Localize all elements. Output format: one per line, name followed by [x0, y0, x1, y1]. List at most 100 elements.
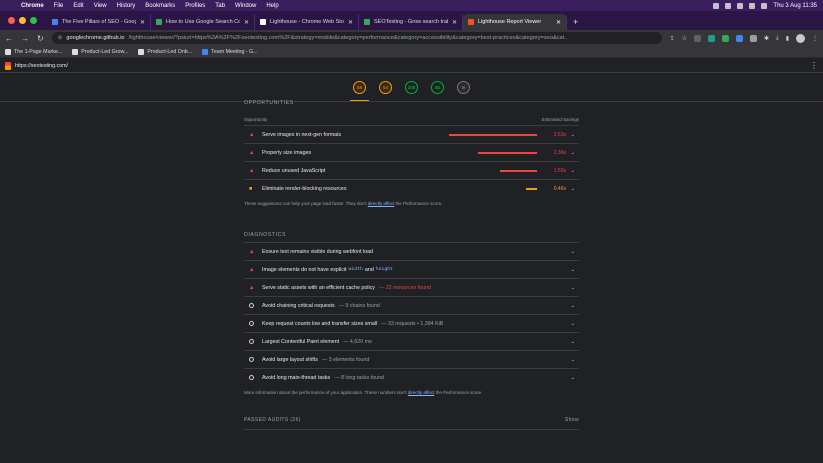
- chevron-down-icon[interactable]: ⌄: [571, 186, 575, 192]
- address-bar[interactable]: ⊚ googlechrome.github.io/lighthouse/view…: [51, 32, 662, 44]
- wifi-icon[interactable]: [737, 2, 744, 9]
- savings-col-label: Estimated Savings: [541, 117, 579, 122]
- chevron-down-icon[interactable]: ⌄: [571, 339, 575, 345]
- diagnostic-row[interactable]: Avoid chaining critical requests — 9 chai…: [244, 296, 579, 314]
- directly-affect-link[interactable]: directly affect: [368, 201, 394, 206]
- chevron-down-icon[interactable]: ⌄: [571, 150, 575, 156]
- diagnostics-title: DIAGNOSTICS: [244, 232, 286, 238]
- site-info-icon[interactable]: ⊚: [58, 35, 63, 41]
- close-window-button[interactable]: [8, 17, 15, 24]
- menu-view[interactable]: View: [94, 3, 107, 9]
- chevron-down-icon[interactable]: ⌄: [571, 285, 575, 291]
- average-square-icon: ■: [249, 185, 253, 192]
- extension-icon[interactable]: [722, 34, 729, 42]
- diagnostic-row[interactable]: ▲ Image elements do not have explicit widt…: [244, 260, 579, 278]
- opportunity-title: Reduce unused JavaScript: [262, 167, 326, 174]
- bookmark-item[interactable]: Team Meeting - G...: [202, 48, 258, 55]
- tab-close-icon[interactable]: ✕: [556, 19, 561, 26]
- tab-close-icon[interactable]: ✕: [244, 19, 249, 26]
- extension-icon[interactable]: [736, 34, 743, 42]
- diagnostic-detail: — 3 elements found: [321, 356, 370, 363]
- passed-audits-header[interactable]: PASSED AUDITS (26) Show: [244, 417, 579, 430]
- passed-audits-label: PASSED AUDITS (26): [244, 417, 301, 423]
- menu-history[interactable]: History: [117, 3, 136, 9]
- extension-icon[interactable]: [694, 34, 701, 42]
- opportunity-row[interactable]: ▲ Reduce unused JavaScript 1.50s ⌄: [244, 161, 579, 179]
- bookmark-star-icon[interactable]: ☆: [682, 35, 687, 42]
- tab-strip: The Five Pillars of SEO - Goog ✕ How to …: [0, 11, 823, 30]
- menu-file[interactable]: File: [54, 3, 64, 9]
- diagnostic-row[interactable]: Keep request counts low and transfer siz…: [244, 314, 579, 332]
- back-icon[interactable]: ←: [5, 34, 13, 43]
- chevron-down-icon[interactable]: ⌄: [571, 267, 575, 273]
- chevron-down-icon[interactable]: ⌄: [571, 249, 575, 255]
- diagnostic-title: Ensure text remains visible during webfo…: [262, 248, 373, 255]
- chevron-down-icon[interactable]: ⌄: [571, 168, 575, 174]
- menu-app-name[interactable]: Chrome: [21, 3, 44, 9]
- bookmark-item[interactable]: Product-Led Onb...: [138, 48, 192, 55]
- download-icon[interactable]: ⤓: [776, 35, 779, 42]
- gauge-seo[interactable]: 92: [431, 81, 444, 94]
- control-center-icon[interactable]: [761, 2, 768, 9]
- menu-help[interactable]: Help: [266, 3, 278, 9]
- status-app-icon[interactable]: [713, 2, 720, 9]
- battery-icon[interactable]: [725, 2, 732, 9]
- menu-edit[interactable]: Edit: [73, 3, 83, 9]
- diagnostic-row[interactable]: ▲ Serve static assets with an efficient c…: [244, 278, 579, 296]
- chevron-down-icon[interactable]: ⌄: [571, 321, 575, 327]
- diagnostic-row[interactable]: Avoid large layout shifts — 3 elements fo…: [244, 350, 579, 368]
- chevron-down-icon[interactable]: ⌄: [571, 132, 575, 138]
- bookmark-item[interactable]: The 1-Page Marke...: [5, 48, 62, 55]
- gauge-best-practices[interactable]: 100: [405, 81, 418, 94]
- opportunity-row[interactable]: ▲ Properly size images 2.36s ⌄: [244, 143, 579, 161]
- reload-icon[interactable]: ↻: [37, 34, 44, 43]
- menu-tab[interactable]: Tab: [215, 3, 225, 9]
- diagnostic-row[interactable]: Avoid long main-thread tasks — 8 long tas…: [244, 368, 579, 386]
- browser-tab-active[interactable]: Lighthouse Report Viewer ✕: [463, 14, 567, 30]
- browser-tab[interactable]: How to Use Google Search Co ✕: [151, 14, 255, 30]
- browser-tab[interactable]: The Five Pillars of SEO - Goog ✕: [47, 14, 151, 30]
- forward-icon[interactable]: →: [21, 34, 29, 43]
- browser-tab[interactable]: SEOTesting - Grow search traf ✕: [359, 14, 463, 30]
- zoom-window-button[interactable]: [30, 17, 37, 24]
- tab-close-icon[interactable]: ✕: [452, 19, 457, 26]
- chevron-down-icon[interactable]: ⌄: [571, 303, 575, 309]
- extensions-puzzle-icon[interactable]: ✱: [764, 35, 769, 42]
- tab-close-icon[interactable]: ✕: [348, 19, 353, 26]
- report-menu-icon[interactable]: ⋮: [810, 61, 818, 70]
- bookmark-item[interactable]: Product-Led Grow...: [72, 48, 128, 55]
- tab-close-icon[interactable]: ✕: [140, 19, 145, 26]
- menu-window[interactable]: Window: [235, 3, 256, 9]
- opportunity-row[interactable]: ▲ Serve images in next-gen formats 3.53s ⌄: [244, 125, 579, 143]
- extension-icon[interactable]: [750, 34, 757, 42]
- search-icon[interactable]: [749, 2, 756, 9]
- gauge-accessibility[interactable]: 54: [379, 81, 392, 94]
- score-gauge: 58: [353, 81, 366, 94]
- minimize-window-button[interactable]: [19, 17, 26, 24]
- extension-icon[interactable]: [708, 34, 715, 42]
- macos-menubar: Chrome File Edit View History Bookmarks …: [0, 0, 823, 11]
- info-circle-icon: [249, 303, 254, 308]
- gauge-performance[interactable]: 58: [350, 81, 369, 101]
- diagnostic-row[interactable]: ▲ Ensure text remains visible during webf…: [244, 242, 579, 260]
- new-tab-button[interactable]: +: [573, 17, 578, 27]
- opportunity-row[interactable]: ■ Eliminate render-blocking resources 0.46…: [244, 179, 579, 197]
- chevron-down-icon[interactable]: ⌄: [571, 357, 575, 363]
- browser-tab[interactable]: Lighthouse - Chrome Web Sto ✕: [255, 14, 359, 30]
- chevron-down-icon[interactable]: ⌄: [571, 375, 575, 381]
- more-menu-icon[interactable]: ⋮: [812, 35, 818, 42]
- directly-affect-link[interactable]: directly affect: [408, 390, 434, 395]
- diagnostic-row[interactable]: Largest Contentful Paint element — 4,620 …: [244, 332, 579, 350]
- score-gauge: 100: [405, 81, 418, 94]
- opportunity-title: Serve images in next-gen formats: [262, 131, 342, 138]
- menu-profiles[interactable]: Profiles: [185, 3, 205, 9]
- sidepanel-icon[interactable]: ▮: [786, 35, 789, 42]
- share-icon[interactable]: ⇪: [670, 35, 675, 42]
- profile-avatar[interactable]: [796, 33, 805, 43]
- report-url[interactable]: https://seotesting.com/: [15, 63, 68, 69]
- menubar-clock[interactable]: Thu 3 Aug 11:35: [773, 3, 817, 9]
- menu-bookmarks[interactable]: Bookmarks: [145, 3, 175, 9]
- gauge-pwa[interactable]: ⊘: [457, 81, 470, 94]
- show-toggle-button[interactable]: Show: [565, 417, 579, 423]
- savings-bar: [449, 133, 537, 136]
